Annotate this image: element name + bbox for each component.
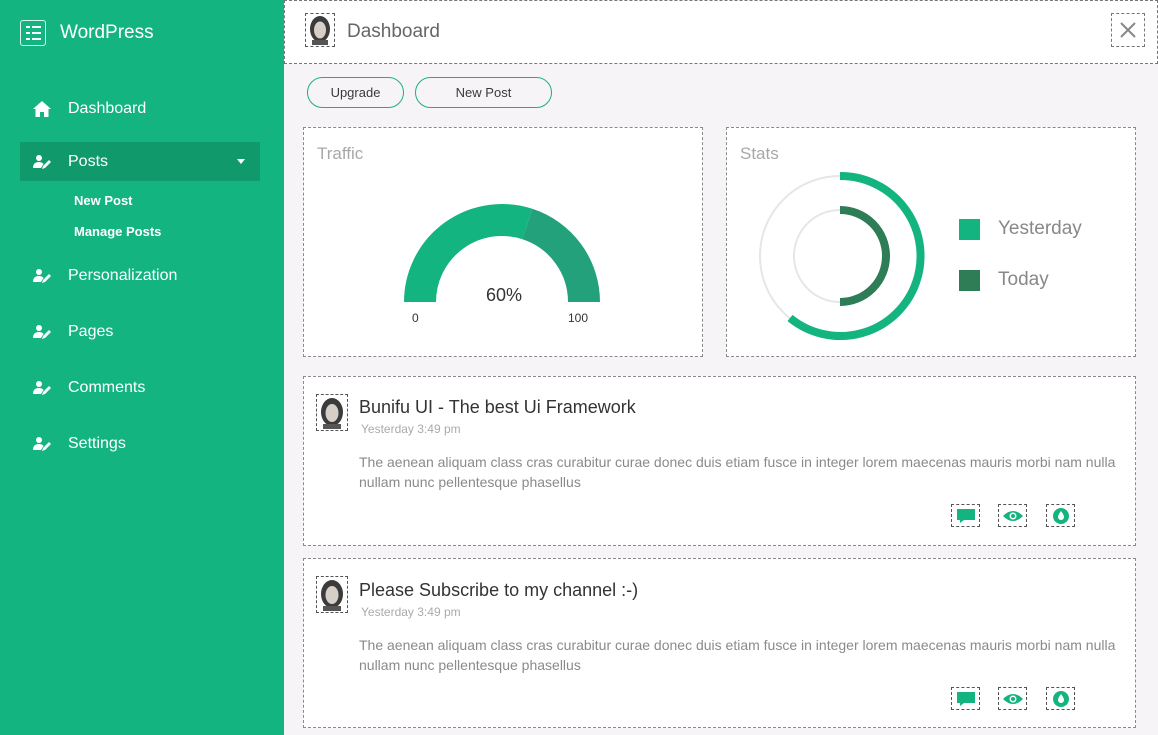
user-edit-icon [32,266,52,286]
gauge-max: 100 [568,311,589,325]
legend-swatch [959,269,980,291]
legend-today: Today [959,269,1049,291]
drop-icon [1052,507,1069,524]
stats-card: Stats Yesterday Today [726,127,1136,357]
like-button[interactable] [1046,687,1075,710]
sidebar: WordPress Dashboard Posts New Post Manag… [0,0,284,735]
post-time: Yesterday 3:49 pm [361,422,461,436]
new-post-button[interactable]: New Post [415,77,552,108]
comment-icon [956,508,975,523]
post-title: Please Subscribe to my channel :-) [359,580,639,600]
upgrade-button[interactable]: Upgrade [307,77,404,108]
sidebar-item-personalization[interactable]: Personalization [20,256,260,295]
post-body: The aenean aliquam class cras curabitur … [359,454,1116,490]
comment-icon [956,691,975,706]
post-card: Bunifu UI - The best Ui Framework Yester… [303,376,1136,546]
legend-label: Today [998,269,1049,290]
view-button[interactable] [998,687,1027,710]
chevron-down-icon [237,159,245,164]
sidebar-item-label: Dashboard [68,99,147,117]
sidebar-item-label: Settings [68,434,126,452]
main-area: Dashboard Upgrade New Post Traffic 60% 0… [284,0,1158,735]
sidebar-item-label: Comments [68,378,146,396]
avatar[interactable] [316,576,348,613]
user-edit-icon [32,378,52,398]
brand-name: WordPress [60,22,154,43]
ring-today [839,206,890,306]
post-time: Yesterday 3:49 pm [361,605,461,619]
traffic-gauge [404,204,600,303]
post-title: Bunifu UI - The best Ui Framework [359,397,636,417]
stats-rings [759,171,925,340]
sidebar-item-label: Personalization [68,266,178,284]
sidebar-subitem-manage-posts[interactable]: Manage Posts [74,224,161,239]
home-icon [32,99,52,119]
traffic-card: Traffic 60% 0 100 [303,127,703,357]
like-button[interactable] [1046,504,1075,527]
close-icon [1120,22,1136,38]
user-edit-icon [32,434,52,454]
ring-yesterday [787,171,925,340]
legend-label: Yesterday [998,218,1082,239]
page-title: Dashboard [347,21,440,42]
sidebar-subitem-new-post[interactable]: New Post [74,193,133,208]
user-edit-icon [32,152,52,172]
drop-icon [1052,690,1069,707]
post-card: Please Subscribe to my channel :-) Yeste… [303,558,1136,728]
sidebar-item-settings[interactable]: Settings [20,424,260,463]
post-body: The aenean aliquam class cras curabitur … [359,637,1116,673]
sidebar-item-posts[interactable]: Posts [20,142,260,181]
sidebar-item-pages[interactable]: Pages [20,312,260,351]
view-button[interactable] [998,504,1027,527]
brand[interactable]: WordPress [20,20,154,46]
legend-yesterday: Yesterday [959,218,1082,240]
eye-icon [1002,693,1023,704]
legend-swatch [959,218,980,240]
sidebar-item-comments[interactable]: Comments [20,368,260,407]
menu-list-icon [20,20,46,46]
avatar[interactable] [316,394,348,431]
comment-button[interactable] [951,504,980,527]
user-edit-icon [32,322,52,342]
sidebar-item-dashboard[interactable]: Dashboard [20,89,260,128]
header-bar: Dashboard [284,0,1158,64]
gauge-value: 60% [486,285,523,305]
sidebar-item-label: Posts [68,152,109,170]
gauge-min: 0 [412,311,419,325]
avatar[interactable] [305,13,335,47]
sidebar-item-label: Pages [68,322,114,340]
comment-button[interactable] [951,687,980,710]
eye-icon [1002,510,1023,521]
close-button[interactable] [1111,13,1145,47]
